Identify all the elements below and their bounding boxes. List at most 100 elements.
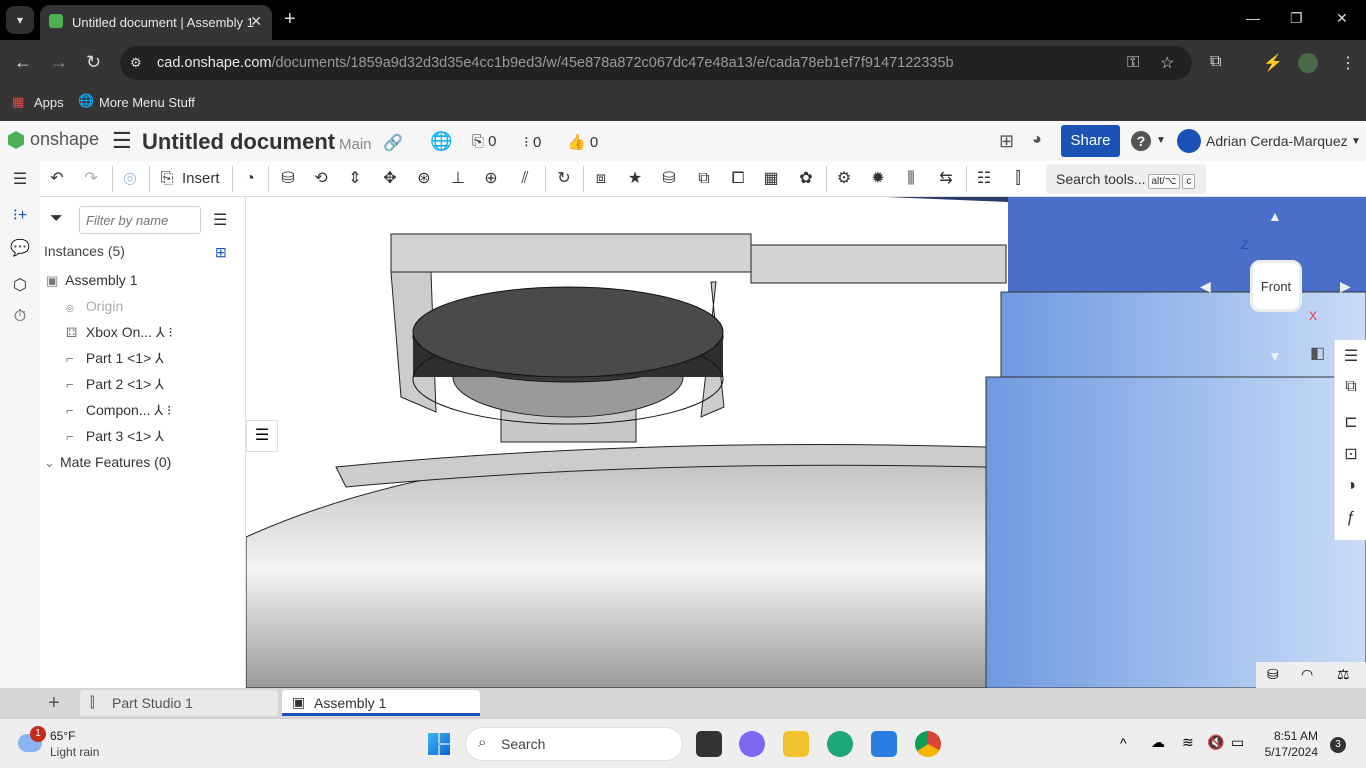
appearance-icon[interactable]: ◑ [1341,477,1361,497]
maximize-button[interactable]: ❐ [1290,10,1303,27]
interference-icon[interactable]: ⛁ [658,168,680,190]
new-tab-button[interactable]: + [284,8,296,31]
tree-item-xbox[interactable]: ⚃ Xbox On... ⅄ ⁝ [66,324,173,341]
exploded-view-icon[interactable]: ✿ [795,168,817,190]
close-window-button[interactable]: ✕ [1336,10,1348,27]
show-hidden-icons[interactable]: ^ [1120,735,1127,751]
bookmark-apps[interactable]: Apps [34,95,64,110]
undo-icon[interactable]: ↶ [46,168,68,190]
tree-item-part3[interactable]: ⌐ Part 3 <1> ⅄ [66,428,164,445]
rack-pinion-icon[interactable]: ✹ [867,168,889,190]
performance-icon[interactable]: ⚡ [1263,53,1283,73]
extensions-icon[interactable]: ⧉ [1210,53,1221,71]
feature-list-icon[interactable]: ☰ [10,169,30,189]
file-explorer-icon[interactable] [783,731,809,757]
site-settings-icon[interactable]: ⚙ [130,55,142,71]
animation-icon[interactable]: ⏱ [10,308,30,328]
forward-button[interactable]: → [50,52,68,73]
insert-icon[interactable]: ⎘ [156,168,178,190]
store-icon[interactable] [871,731,897,757]
globe-public-icon[interactable]: 🌐 [430,131,452,152]
view-cube[interactable]: Front [1250,260,1302,312]
configurations-icon[interactable]: ⁝+ [10,205,30,225]
weather-condition[interactable]: Light rain [50,745,99,759]
mate-list-icon[interactable]: ⊏ [1341,412,1361,432]
display-states-icon[interactable]: ☷ [973,168,995,190]
tree-item-origin[interactable]: ◎ Origin [66,298,123,314]
ball-mate-icon[interactable]: ⊕ [480,168,502,190]
mate-features-section[interactable]: ⌄ Mate Features (0) [44,454,171,471]
bookmark-more-menu-stuff[interactable]: More Menu Stuff [99,95,195,110]
3d-viewport[interactable] [246,197,1366,688]
clock-time[interactable]: 8:51 AM [1270,729,1318,743]
tree-item-part1[interactable]: ⌐ Part 1 <1> ⅄ [66,350,164,367]
variables-icon[interactable]: ƒ [1341,509,1361,529]
rotate-left-arrow-icon[interactable]: ◀ [1200,278,1211,295]
regenerate-icon[interactable]: ◎ [119,168,141,190]
list-view-icon[interactable]: ☰ [213,210,227,230]
url-text[interactable]: cad.onshape.com/documents/1859a9d32d3d35… [157,55,954,71]
bookmark-star-icon[interactable]: ☆ [1160,53,1174,73]
linear-pattern-icon[interactable]: ⧠ [727,168,749,190]
user-menu[interactable]: Adrian Cerda-Marquez [1206,133,1348,149]
revolute-mate-icon[interactable]: ⟲ [310,168,332,190]
measure-icon[interactable]: ⊡ [1341,444,1361,464]
password-key-icon[interactable]: ⚿ [1127,54,1139,72]
taskbar-search[interactable]: ⌕ Search [465,727,683,761]
chrome-icon[interactable] [915,731,941,757]
close-tab-icon[interactable]: ✕ [250,13,262,30]
replicate-icon[interactable]: ⧉ [693,168,715,190]
reload-button[interactable]: ↻ [86,52,101,73]
minimize-button[interactable]: — [1246,10,1260,26]
filter-icon[interactable]: ⏷ [50,210,63,228]
add-tab-button[interactable]: + [48,692,60,715]
link-icon[interactable]: 🔗 [383,133,403,153]
parallel-mate-icon[interactable]: ⫽ [514,168,536,190]
bom-icon[interactable]: ⬡ [10,275,30,295]
user-dropdown-icon[interactable]: ▼ [1351,136,1361,147]
versions-button[interactable]: ⎘ 0 [472,133,497,150]
onshape-logo[interactable]: onshape [30,129,99,150]
tab-assembly-1[interactable]: ▣ Assembly 1 [282,690,480,716]
pin-slot-mate-icon[interactable]: ⊥ [447,168,469,190]
clock-date[interactable]: 5/17/2024 [1262,745,1318,759]
view-cube-menu-icon[interactable]: ◧ [1310,343,1325,363]
comments-icon[interactable]: 💬 [10,238,30,258]
user-avatar[interactable] [1177,129,1201,153]
rotate-right-arrow-icon[interactable]: ▶ [1340,278,1351,295]
section-view-icon[interactable]: ⫿ [1007,168,1029,190]
new-folder-icon[interactable]: ⊞ [215,244,227,261]
like-button[interactable]: 👍 0 [567,133,598,151]
learning-center-icon[interactable]: ◕ [1032,131,1042,149]
battery-icon[interactable]: ▭ [1231,734,1244,751]
slider-mate-icon[interactable]: ⇕ [344,168,366,190]
onedrive-offline-icon[interactable]: ☁ [1151,734,1165,751]
explode-icon[interactable]: ▦ [760,168,782,190]
redo-icon[interactable]: ↷ [80,168,102,190]
properties-icon[interactable]: ☰ [1341,346,1361,366]
rotate-down-arrow-icon[interactable]: ▼ [1268,348,1282,364]
task-view-icon[interactable] [696,731,722,757]
help-icon[interactable]: ? [1131,131,1151,151]
document-title[interactable]: Untitled document [142,129,335,155]
mass-properties-icon[interactable]: ⧉ [1341,378,1361,398]
section-icon[interactable]: ◠ [1301,666,1313,683]
wifi-icon[interactable]: ≋ [1182,734,1194,751]
tab-search-button[interactable]: ▾ [6,6,34,34]
toggle-panel-icon[interactable]: ☰ [246,420,278,452]
edge-icon[interactable] [827,731,853,757]
history-icon[interactable]: ◔ [239,168,261,190]
tree-item-assembly[interactable]: ▣ Assembly 1 [46,272,137,289]
teams-icon[interactable] [739,731,765,757]
tree-item-part2[interactable]: ⌐ Part 2 <1> ⅄ [66,376,164,393]
app-store-icon[interactable]: ⊞ [999,131,1014,152]
notification-badge[interactable]: 3 [1330,737,1346,753]
search-tools-button[interactable]: Search tools... alt/⌥ c [1046,164,1206,194]
chrome-menu-icon[interactable]: ⋮ [1340,53,1356,73]
linear-relation-icon[interactable]: ⇆ [935,168,957,190]
browser-tab[interactable]: Untitled document | Assembly 1 ✕ [40,5,272,40]
tangent-mate-icon[interactable]: ↻ [553,168,575,190]
branches-button[interactable]: ⁝ 0 [524,133,541,151]
measure-tool-icon[interactable]: ⚖ [1337,666,1350,683]
mate-connector-icon[interactable]: ★ [624,168,646,190]
